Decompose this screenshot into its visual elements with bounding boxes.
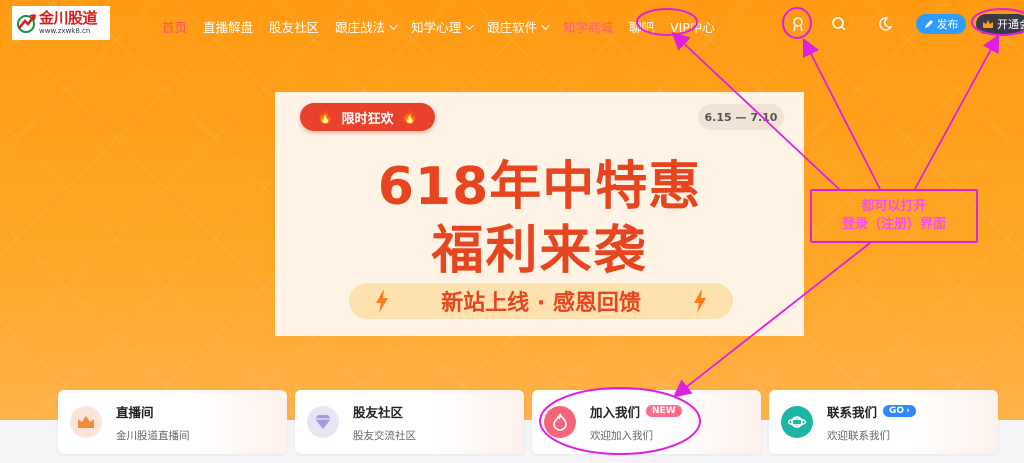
nav-label: 直播解盘 [203,20,254,35]
annotation-note: 都可以打开 登录（注册）界面 [810,189,978,243]
nav-label: 知学心理 [411,20,462,35]
vip-label: 开通会 [997,18,1024,31]
flash-sale-label: 限时狂欢 [341,111,394,127]
lightning-icon [694,289,706,313]
logo-name: 金川股道 [39,9,98,27]
card-join-us[interactable]: 加入我们 NEW 欢迎加入我们 [532,390,761,454]
flame-icon: 🔥 [401,109,418,125]
nav-item-vip[interactable]: VIP中心 [670,17,715,36]
nav-label: 跟庄战法 [335,20,386,35]
logo-url: www.zxwk8.cn [39,27,91,35]
date-range-tag: 6.15 — 7.10 [698,104,784,130]
nav-item-software[interactable]: 跟庄软件 [487,17,550,36]
card-title: 联系我们 [827,404,878,420]
nav-item-psychology[interactable]: 知学心理 [411,17,474,36]
chevron-right-icon: › [906,406,910,416]
card-title: 直播间 [116,404,154,420]
card-subtitle: 金川股道直播间 [116,429,190,442]
planet-icon [781,406,813,438]
banner-title-line2: 福利来袭 [431,221,648,281]
flash-sale-tag: 🔥 限时狂欢 🔥 [300,103,435,131]
crown-icon [70,406,102,438]
card-title: 加入我们 [590,404,641,420]
moon-icon[interactable] [877,16,893,32]
nav-item-live[interactable]: 直播解盘 [203,17,253,36]
new-badge: NEW [646,405,682,417]
nav-item-community[interactable]: 股友社区 [269,17,319,36]
card-subtitle: 股友交流社区 [353,429,416,442]
card-title: 股友社区 [353,404,404,420]
card-community[interactable]: 股友社区 股友交流社区 [295,390,524,454]
go-badge-label: GO [889,406,905,416]
nav-label: VIP中心 [670,20,715,35]
nav-item-chat[interactable]: 聊吧 [629,17,654,36]
card-contact-us[interactable]: 联系我们 GO › 欢迎联系我们 [769,390,998,454]
flame-icon [544,406,576,438]
nav-label: 首页 [162,20,188,35]
card-live-room[interactable]: 直播间 金川股道直播间 [58,390,287,454]
flame-icon: 🔥 [317,109,334,125]
user-icon[interactable] [790,16,806,32]
nav-label: 跟庄软件 [487,20,538,35]
crown-icon [983,20,993,28]
search-icon[interactable] [831,16,847,32]
chevron-down-icon [465,20,474,30]
slogan-text: 新站上线 · 感恩回馈 [441,291,641,316]
publish-button[interactable]: 发布 [916,14,966,34]
nav-label: 股友社区 [269,20,320,35]
chevron-down-icon [541,20,550,30]
card-subtitle: 欢迎联系我们 [827,429,890,442]
chevron-down-icon [389,20,398,30]
nav-label: 聊吧 [629,20,655,35]
card-subtitle: 欢迎加入我们 [590,429,653,442]
banner-slogan: 新站上线 · 感恩回馈 [349,283,733,319]
go-badge: GO › [883,405,916,417]
pencil-icon [924,20,933,28]
annotation-line1: 都可以打开 [861,199,927,214]
logo-mark-icon [15,12,37,34]
vip-open-button[interactable]: 开通会 [976,14,1024,34]
promo-banner[interactable]: 🔥 限时狂欢 🔥 6.15 — 7.10 618年中特惠 福利来袭 新站上线 ·… [275,92,804,336]
nav-item-mall[interactable]: 知学商城 [563,17,613,36]
nav-label: 知学商城 [563,20,614,35]
lightning-icon [376,289,388,313]
publish-label: 发布 [936,18,959,31]
nav-item-strategy[interactable]: 跟庄战法 [335,17,398,36]
main-nav: 首页 直播解盘 股友社区 跟庄战法 知学心理 跟庄软件 知学商城 聊吧 VIP中… [162,17,731,36]
nav-item-home[interactable]: 首页 [162,17,187,36]
diamond-icon [307,406,339,438]
annotation-line2: 登录（注册）界面 [841,217,946,232]
site-logo[interactable]: 金川股道 www.zxwk8.cn [12,6,110,40]
